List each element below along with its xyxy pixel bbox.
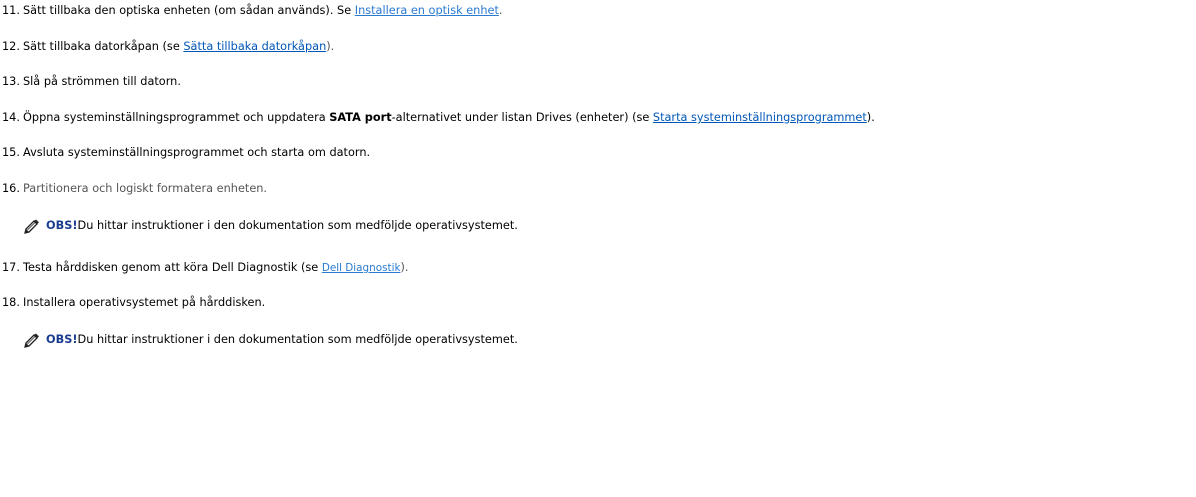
link-satta-tillbaka-datorkapan[interactable]: Sätta tillbaka datorkåpan bbox=[183, 40, 326, 53]
step-text: Öppna systeminställningsprogrammet och u… bbox=[23, 111, 330, 124]
step-number: 13. bbox=[2, 75, 20, 88]
step-number: 12. bbox=[2, 40, 20, 53]
step-text-mid: -alternativet under listan Drives (enhet… bbox=[391, 111, 653, 124]
step-16: 16. Partitionera och logiskt formatera en… bbox=[0, 182, 267, 196]
note-text: Du hittar instruktioner i den dokumentat… bbox=[77, 219, 518, 232]
step-text-end: ). bbox=[326, 40, 335, 53]
step-17: 17. Testa hårddisken genom att köra Dell … bbox=[0, 261, 408, 275]
step-11: 11. Sätt tillbaka den optiska enheten (om… bbox=[0, 4, 502, 18]
step-text: Sätt tillbaka datorkåpan (se bbox=[23, 40, 184, 53]
step-number: 17. bbox=[2, 261, 20, 274]
step-15: 15. Avsluta systeminställningsprogrammet … bbox=[0, 146, 370, 160]
step-13: 13. Slå på strömmen till datorn. bbox=[0, 75, 181, 89]
step-text-end: ). bbox=[866, 111, 875, 124]
step-18: 18. Installera operativsystemet på hårddi… bbox=[0, 296, 265, 310]
note-2: OBS! Du hittar instruktioner i den dokum… bbox=[23, 332, 518, 348]
step-number: 18. bbox=[2, 296, 20, 309]
link-dell-diagnostik[interactable]: Dell Diagnostik bbox=[322, 262, 401, 274]
pencil-note-icon bbox=[23, 218, 40, 234]
step-12: 12. Sätt tillbaka datorkåpan (se Sätta ti… bbox=[0, 40, 334, 54]
note-label: OBS! bbox=[46, 219, 78, 232]
note-text: Du hittar instruktioner i den dokumentat… bbox=[77, 333, 518, 346]
step-text-end: . bbox=[498, 4, 503, 17]
step-text: Sätt tillbaka den optiska enheten (om så… bbox=[23, 4, 355, 17]
link-installera-optisk-enhet[interactable]: Installera en optisk enhet bbox=[355, 4, 499, 17]
step-number: 14. bbox=[2, 111, 20, 124]
step-text: Partitionera och logiskt formatera enhet… bbox=[23, 182, 268, 195]
step-number: 15. bbox=[2, 146, 20, 159]
note-label: OBS! bbox=[46, 333, 78, 346]
link-starta-systeminstallningsprogrammet[interactable]: Starta systeminställningsprogrammet bbox=[653, 111, 867, 124]
pencil-note-icon bbox=[23, 332, 40, 348]
note-1: OBS! Du hittar instruktioner i den dokum… bbox=[23, 218, 518, 234]
step-text: Avsluta systeminställningsprogrammet och… bbox=[23, 146, 371, 159]
step-number: 11. bbox=[2, 4, 20, 17]
step-text: Slå på strömmen till datorn. bbox=[23, 75, 181, 88]
step-text-end: ). bbox=[400, 261, 409, 274]
step-bold-term: SATA port bbox=[329, 111, 392, 124]
step-text: Installera operativsystemet på hårddiske… bbox=[23, 296, 266, 309]
step-14: 14. Öppna systeminställningsprogrammet oc… bbox=[0, 111, 875, 125]
step-number: 16. bbox=[2, 182, 20, 195]
step-text: Testa hårddisken genom att köra Dell Dia… bbox=[23, 261, 322, 274]
